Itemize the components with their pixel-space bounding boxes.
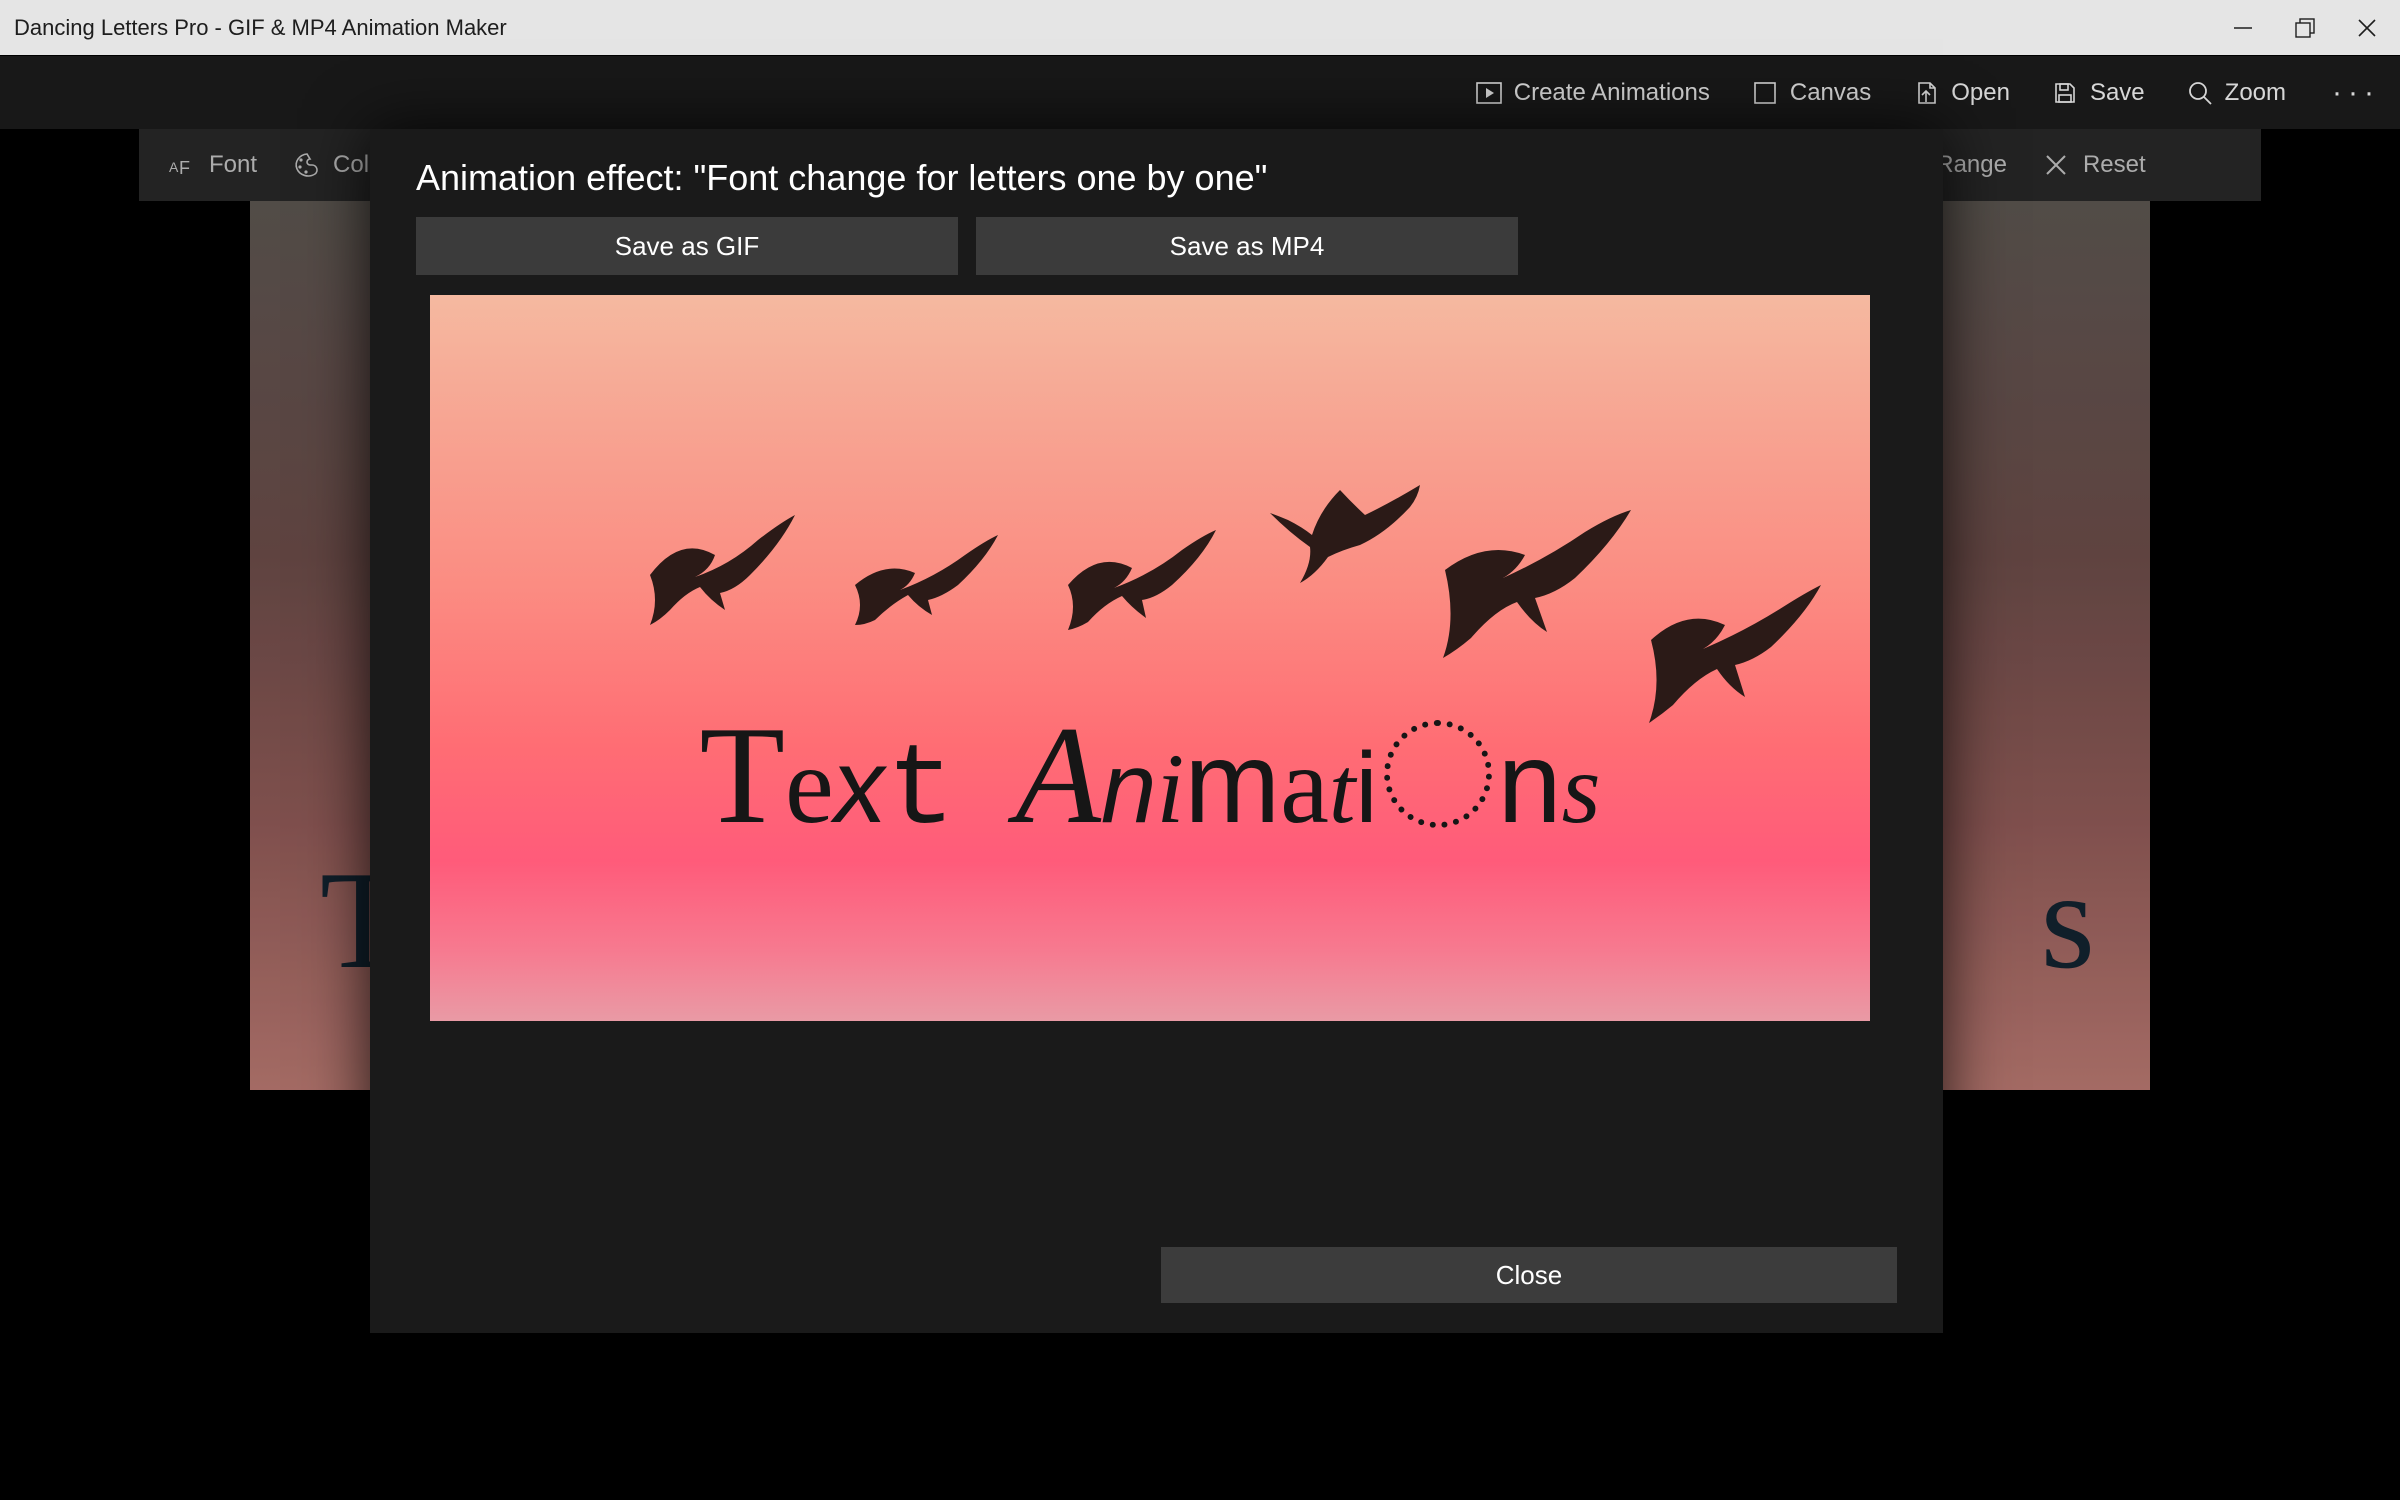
more-button[interactable]: ··· (2332, 76, 2380, 110)
canvas-button[interactable]: Canvas (1752, 79, 1871, 107)
open-label: Open (1951, 79, 2010, 107)
open-icon (1913, 80, 1939, 106)
preview-letter: a (1280, 722, 1329, 849)
save-as-mp4-button[interactable]: Save as MP4 (976, 217, 1518, 275)
reset-button[interactable]: Reset (2043, 151, 2146, 179)
zoom-button[interactable]: Zoom (2187, 79, 2286, 107)
close-button[interactable]: Close (1161, 1247, 1897, 1303)
zoom-label: Zoom (2225, 79, 2286, 107)
dialog-title: Animation effect: "Font change for lette… (370, 129, 1943, 217)
preview-letter: n (1498, 717, 1562, 849)
open-button[interactable]: Open (1913, 79, 2010, 107)
canvas-text-right: s (2041, 840, 2095, 1001)
preview-letter: m (1184, 717, 1280, 849)
play-rect-icon (1476, 80, 1502, 106)
minimize-button[interactable] (2232, 17, 2254, 39)
dialog-export-buttons: Save as GIF Save as MP4 (370, 217, 1943, 295)
preview-letter: x (825, 727, 894, 847)
svg-text:A: A (169, 159, 179, 175)
canvas-icon (1752, 80, 1778, 106)
animation-preview: T e x t A n i m a t i n s (430, 295, 1870, 1021)
svg-text:F: F (179, 158, 190, 178)
preview-letter: n (1101, 731, 1157, 846)
appbar: Create Animations Canvas Open Save Zoom … (0, 55, 2400, 129)
preview-letter: t (1329, 735, 1355, 845)
animation-effect-dialog: Animation effect: "Font change for lette… (370, 129, 1943, 1333)
font-label: Font (209, 151, 257, 179)
reset-label: Reset (2083, 151, 2146, 179)
dialog-footer: Close (1161, 1247, 1897, 1303)
save-as-gif-button[interactable]: Save as GIF (416, 217, 958, 275)
font-icon: AF (169, 152, 195, 178)
window-title: Dancing Letters Pro - GIF & MP4 Animatio… (14, 15, 507, 41)
preview-text: T e x t A n i m a t i n s (430, 695, 1870, 857)
palette-icon (293, 152, 319, 178)
font-button[interactable]: AF Font (169, 151, 257, 179)
zoom-icon (2187, 80, 2213, 106)
preview-letter: T (700, 695, 786, 856)
maximize-button[interactable] (2294, 17, 2316, 39)
preview-letter: s (1562, 731, 1601, 846)
preview-letter-dotted-o (1384, 720, 1492, 828)
create-animations-button[interactable]: Create Animations (1476, 79, 1710, 107)
preview-letter: t (886, 726, 955, 857)
close-window-button[interactable] (2356, 17, 2378, 39)
save-label: Save (2090, 79, 2145, 107)
preview-letter: e (785, 722, 834, 849)
preview-letter: i (1355, 731, 1377, 846)
save-button[interactable]: Save (2052, 79, 2145, 107)
create-animations-label: Create Animations (1514, 79, 1710, 107)
canvas-label: Canvas (1790, 79, 1871, 107)
reset-icon (2043, 152, 2069, 178)
titlebar: Dancing Letters Pro - GIF & MP4 Animatio… (0, 0, 2400, 55)
more-icon: ··· (2332, 76, 2380, 110)
save-icon (2052, 80, 2078, 106)
window-controls (2232, 17, 2378, 39)
preview-letter: A (1015, 695, 1101, 856)
preview-letter: i (1157, 731, 1185, 846)
birds-silhouette (430, 475, 1870, 695)
